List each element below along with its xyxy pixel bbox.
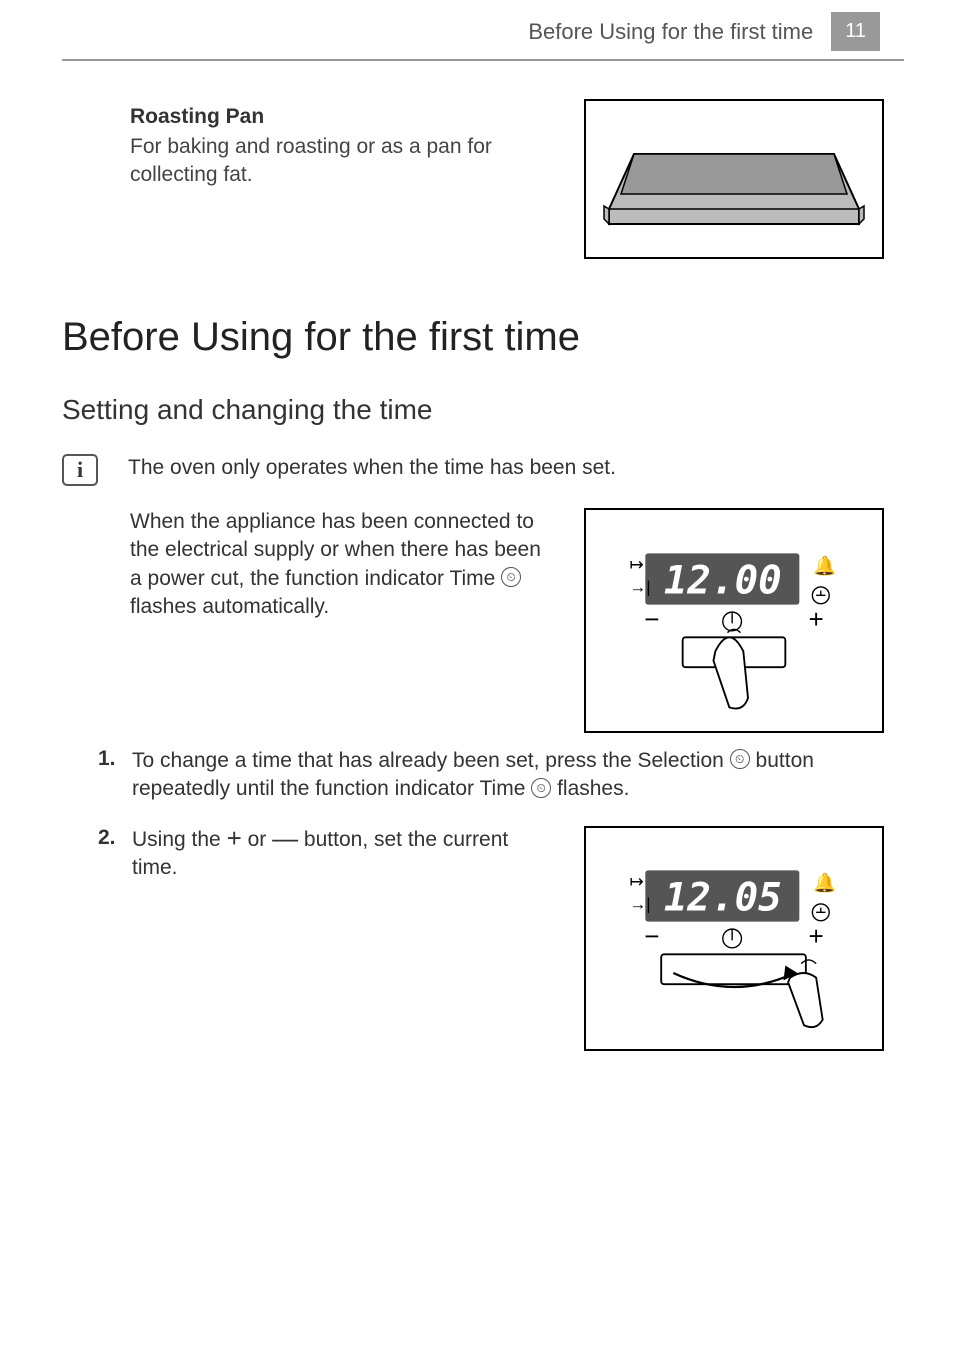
- timer-value-2: 12.05: [664, 876, 782, 921]
- header-title: Before Using for the first time: [528, 19, 813, 45]
- svg-text:🔔: 🔔: [813, 555, 836, 577]
- info-letter-icon: i: [77, 457, 83, 483]
- time-clock-icon: ⏲: [531, 778, 551, 798]
- svg-text:→|: →|: [629, 895, 650, 914]
- svg-text:→|: →|: [629, 577, 650, 596]
- step-list: 1. To change a time that has already bee…: [130, 747, 884, 1051]
- page-number: 11: [831, 12, 880, 51]
- timer-display-svg-2: 12.05 ↦ →| 🔔 − +: [594, 833, 874, 1043]
- clock-time-icon: ⏲: [501, 567, 521, 587]
- timer-value-1: 12.00: [664, 558, 782, 603]
- main-heading: Before Using for the first time: [62, 315, 884, 360]
- page: Before Using for the first time 11 Roast…: [0, 0, 954, 1051]
- timer-display-svg-1: 12.00 ↦ →| 🔔 − +: [594, 516, 874, 726]
- info-icon: i: [62, 454, 98, 486]
- roasting-pan-section: Roasting Pan For baking and roasting or …: [130, 99, 884, 259]
- svg-text:−: −: [644, 604, 659, 634]
- svg-text:↦: ↦: [629, 555, 643, 574]
- info-note-text: The oven only operates when the time has…: [128, 454, 616, 480]
- step-1-text: To change a time that has already been s…: [132, 747, 884, 804]
- roasting-pan-icon: [599, 124, 869, 234]
- step-1-body: 1. To change a time that has already bee…: [130, 747, 884, 804]
- roasting-text: Roasting Pan For baking and roasting or …: [130, 99, 554, 259]
- roasting-pan-illustration: [584, 99, 884, 259]
- intro-paragraph: When the appliance has been connected to…: [130, 508, 556, 733]
- step-2-mid: or: [242, 828, 272, 851]
- intro-pre: When the appliance has been connected to…: [130, 510, 541, 590]
- svg-text:−: −: [644, 921, 659, 951]
- step-2: 2. Using the + or — button, set the curr…: [130, 826, 884, 1051]
- step-2-body: 2. Using the + or — button, set the curr…: [130, 826, 556, 883]
- info-note-row: i The oven only operates when the time h…: [62, 454, 884, 486]
- timer-illustration-2: 12.05 ↦ →| 🔔 − +: [584, 826, 884, 1051]
- selection-clock-icon: ⏲: [730, 749, 750, 769]
- step-2-text: Using the + or — button, set the current…: [132, 826, 556, 883]
- page-header: Before Using for the first time 11: [62, 0, 904, 61]
- roasting-description: For baking and roasting or as a pan for …: [130, 133, 554, 190]
- svg-text:+: +: [809, 921, 824, 951]
- svg-text:🔔: 🔔: [813, 872, 836, 894]
- intro-paragraph-row: When the appliance has been connected to…: [130, 508, 884, 733]
- step-1-pre: To change a time that has already been s…: [132, 749, 730, 772]
- roasting-title: Roasting Pan: [130, 105, 554, 129]
- step-1: 1. To change a time that has already bee…: [130, 747, 884, 804]
- intro-post: flashes automatically.: [130, 595, 329, 618]
- svg-text:↦: ↦: [629, 872, 643, 891]
- step-2-number: 2.: [98, 826, 122, 883]
- svg-text:+: +: [809, 604, 824, 634]
- step-1-number: 1.: [98, 747, 122, 804]
- sub-heading: Setting and changing the time: [62, 394, 884, 426]
- timer-illustration-1: 12.00 ↦ →| 🔔 − +: [584, 508, 884, 733]
- step-1-post: flashes.: [551, 777, 629, 800]
- page-content: Roasting Pan For baking and roasting or …: [0, 61, 954, 1051]
- step-2-pre: Using the: [132, 828, 227, 851]
